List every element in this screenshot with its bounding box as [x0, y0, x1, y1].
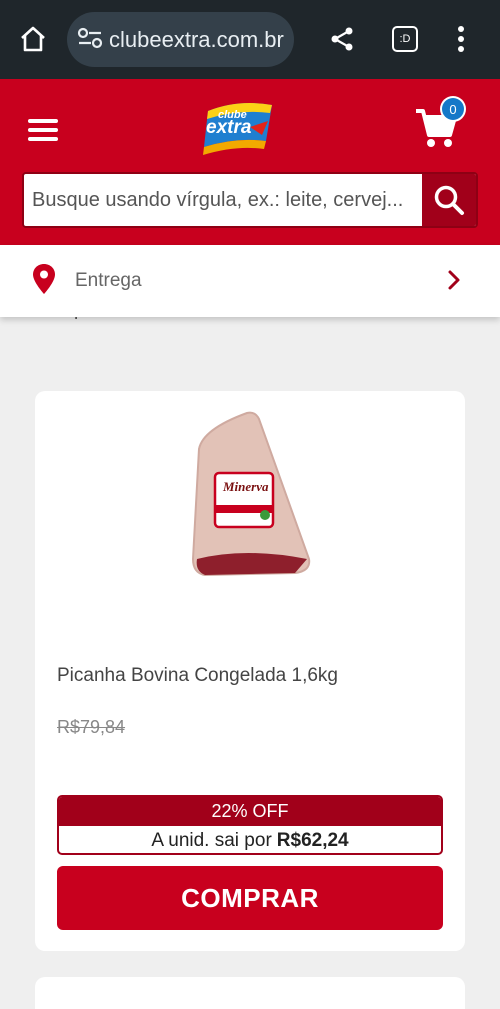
cart-count: 0: [442, 98, 464, 120]
cart-count-badge: 0: [440, 96, 466, 122]
buy-button[interactable]: COMPRAR: [57, 866, 443, 930]
browser-toolbar: clubeextra.com.br :D: [0, 0, 500, 79]
unit-price: R$62,24: [276, 829, 349, 851]
logo-text-bottom: extra: [206, 117, 252, 138]
home-icon[interactable]: [18, 22, 48, 56]
unit-price-prefix: A unid. sai por: [151, 829, 272, 851]
clube-extra-logo[interactable]: clube extra: [198, 97, 278, 157]
url-text: clubeextra.com.br: [109, 26, 284, 52]
delivery-label: Entrega: [75, 270, 142, 291]
search-button[interactable]: [422, 174, 476, 226]
search-icon: [434, 185, 464, 215]
tab-switcher-button[interactable]: :D: [390, 22, 420, 56]
discount-badge: 22% OFF: [59, 797, 441, 826]
share-icon[interactable]: [327, 22, 357, 56]
search-bar: [22, 172, 478, 228]
product-card[interactable]: Minerva Picanha Bovina Congelada 1,6kg R…: [35, 391, 465, 951]
promo-box: 22% OFF A unid. sai por R$62,24: [57, 795, 443, 855]
delivery-selector[interactable]: Entrega: [0, 245, 500, 317]
product-image[interactable]: Minerva: [185, 409, 313, 584]
hamburger-menu-icon[interactable]: [28, 119, 58, 145]
tab-count: :D: [392, 26, 418, 52]
location-pin-icon: [32, 263, 56, 299]
address-bar[interactable]: clubeextra.com.br: [67, 12, 294, 67]
product-card-next[interactable]: [35, 977, 465, 1009]
product-name[interactable]: Picanha Bovina Congelada 1,6kg: [57, 665, 338, 687]
site-settings-icon[interactable]: [77, 26, 103, 54]
search-input[interactable]: [24, 174, 422, 226]
package-brand-label: Minerva: [223, 479, 269, 494]
unit-price-line: A unid. sai por R$62,24: [59, 826, 441, 853]
more-options-icon[interactable]: [446, 22, 476, 56]
old-price: R$79,84: [57, 717, 126, 737]
chevron-right-icon: [446, 269, 462, 295]
